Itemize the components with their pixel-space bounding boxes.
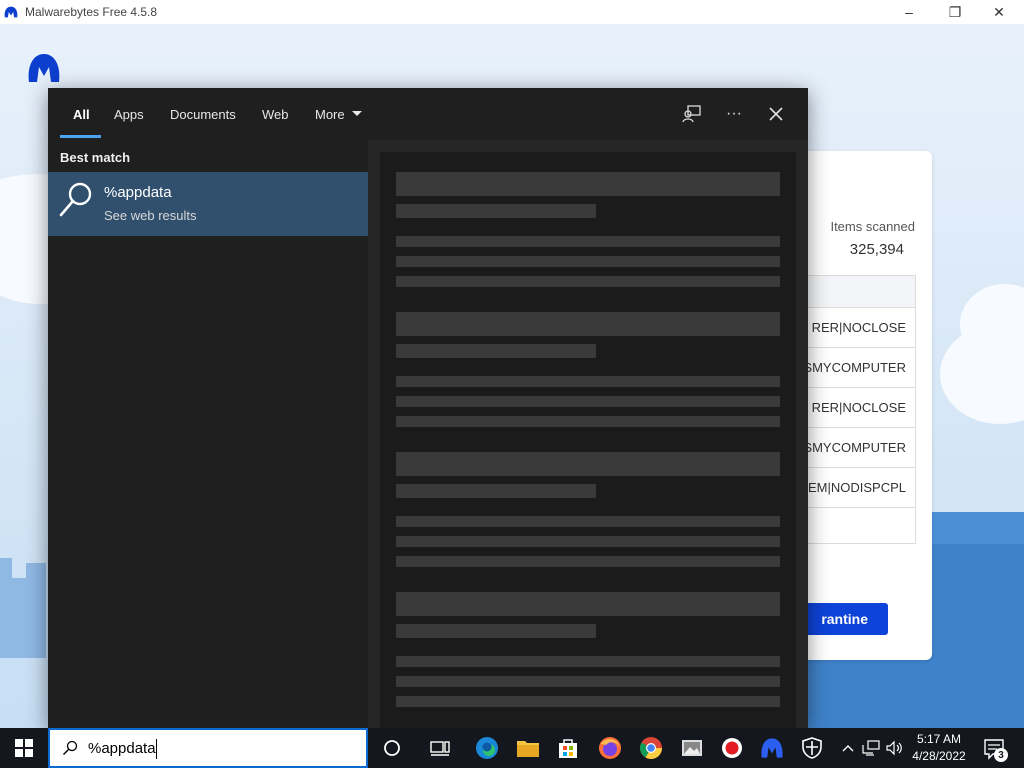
table-row[interactable]: RER|NOCLOSE (802, 388, 915, 428)
close-icon[interactable] (764, 102, 788, 126)
taskbar: 5:17 AM 4/28/2022 3 (0, 728, 1024, 768)
title-bar: Malwarebytes Free 4.5.8 – ❐ ✕ (0, 0, 1024, 24)
search-input[interactable] (88, 739, 348, 757)
malwarebytes-logo-icon (28, 54, 60, 82)
more-options-icon[interactable]: ··· (722, 102, 746, 126)
skeleton-block (396, 656, 780, 667)
malwarebytes-logo-icon (4, 6, 18, 18)
result-subtitle: See web results (104, 208, 197, 223)
security-icon[interactable] (792, 728, 832, 768)
results-list: Best match %appdata See web results (48, 140, 368, 728)
tab-web[interactable]: Web (262, 88, 289, 140)
city-decoration (0, 558, 12, 658)
skeleton-block (396, 276, 780, 287)
table-row[interactable]: RER|NOCLOSE (802, 308, 915, 348)
items-scanned-value: 325,394 (849, 241, 904, 258)
task-view-icon[interactable] (420, 728, 460, 768)
system-clock[interactable]: 5:17 AM 4/28/2022 (906, 731, 972, 765)
table-row[interactable]: TEM|NODISPCPL (802, 468, 915, 508)
skeleton-block (396, 312, 780, 336)
skeleton-block (396, 396, 780, 407)
skeleton-block (396, 452, 780, 476)
best-match-result[interactable]: %appdata See web results (48, 172, 368, 236)
skeleton-block (396, 592, 780, 616)
tab-apps[interactable]: Apps (114, 88, 144, 140)
firefox-icon[interactable] (590, 728, 630, 768)
search-icon (63, 740, 78, 755)
city-decoration (12, 578, 26, 658)
city-decoration (26, 563, 46, 658)
tab-more-label: More (315, 106, 345, 122)
skeleton-block (396, 204, 596, 218)
skeleton-block (396, 376, 780, 387)
table-row[interactable]: ESMYCOMPUTER (802, 428, 915, 468)
skeleton-block (396, 416, 780, 427)
feedback-icon[interactable] (680, 102, 704, 126)
clock-time: 5:17 AM (916, 732, 962, 746)
store-icon[interactable] (548, 728, 588, 768)
search-icon (59, 182, 92, 217)
items-scanned-label: Items scanned (830, 219, 915, 234)
close-window-button[interactable]: ✕ (976, 0, 1022, 24)
notification-center-button[interactable]: 3 (980, 734, 1010, 764)
taskbar-search-box[interactable] (48, 728, 368, 768)
skeleton-block (396, 172, 780, 196)
detections-table: RER|NOCLOSE ESMYCOMPUTER RER|NOCLOSE ESM… (802, 275, 916, 544)
table-row[interactable]: ESMYCOMPUTER (802, 348, 915, 388)
file-explorer-icon[interactable] (508, 728, 548, 768)
skeleton-block (396, 556, 780, 567)
chevron-down-icon (351, 111, 362, 116)
table-header (802, 276, 915, 308)
windows-logo-icon (15, 739, 33, 757)
start-button[interactable] (0, 728, 48, 768)
tab-more[interactable]: More (315, 88, 363, 140)
volume-icon[interactable] (884, 738, 904, 758)
malwarebytes-icon[interactable] (752, 728, 792, 768)
skeleton-block (396, 624, 596, 638)
text-caret (156, 739, 157, 759)
notification-badge: 3 (994, 748, 1008, 762)
result-title: %appdata (104, 184, 172, 201)
cortana-icon[interactable] (372, 728, 412, 768)
search-tabs-bar: All Apps Documents Web More ··· (48, 88, 808, 140)
skeleton-block (396, 484, 596, 498)
quarantine-button[interactable]: rantine (802, 603, 888, 635)
window-title: Malwarebytes Free 4.5.8 (25, 5, 158, 19)
network-icon[interactable] (861, 738, 881, 758)
preview-pane (368, 140, 808, 728)
skeleton-block (396, 536, 780, 547)
minimize-button[interactable]: – (886, 0, 932, 24)
best-match-heading: Best match (60, 150, 131, 165)
tab-all[interactable]: All (73, 88, 90, 140)
chevron-up-icon[interactable] (838, 738, 858, 758)
photos-icon[interactable] (672, 728, 712, 768)
skeleton-block (396, 256, 780, 267)
maximize-button[interactable]: ❐ (932, 0, 978, 24)
skeleton-block (396, 344, 596, 358)
clock-date: 4/28/2022 (912, 749, 966, 763)
edge-icon[interactable] (467, 728, 507, 768)
active-tab-indicator (60, 135, 101, 138)
chrome-icon[interactable] (631, 728, 671, 768)
record-icon[interactable] (712, 728, 752, 768)
preview-loading-placeholder (380, 152, 796, 728)
tab-documents[interactable]: Documents (170, 88, 236, 140)
search-panel: All Apps Documents Web More ··· Best mat… (48, 88, 808, 728)
skeleton-block (396, 696, 780, 707)
skeleton-block (396, 676, 780, 687)
skeleton-block (396, 516, 780, 527)
skeleton-block (396, 236, 780, 247)
